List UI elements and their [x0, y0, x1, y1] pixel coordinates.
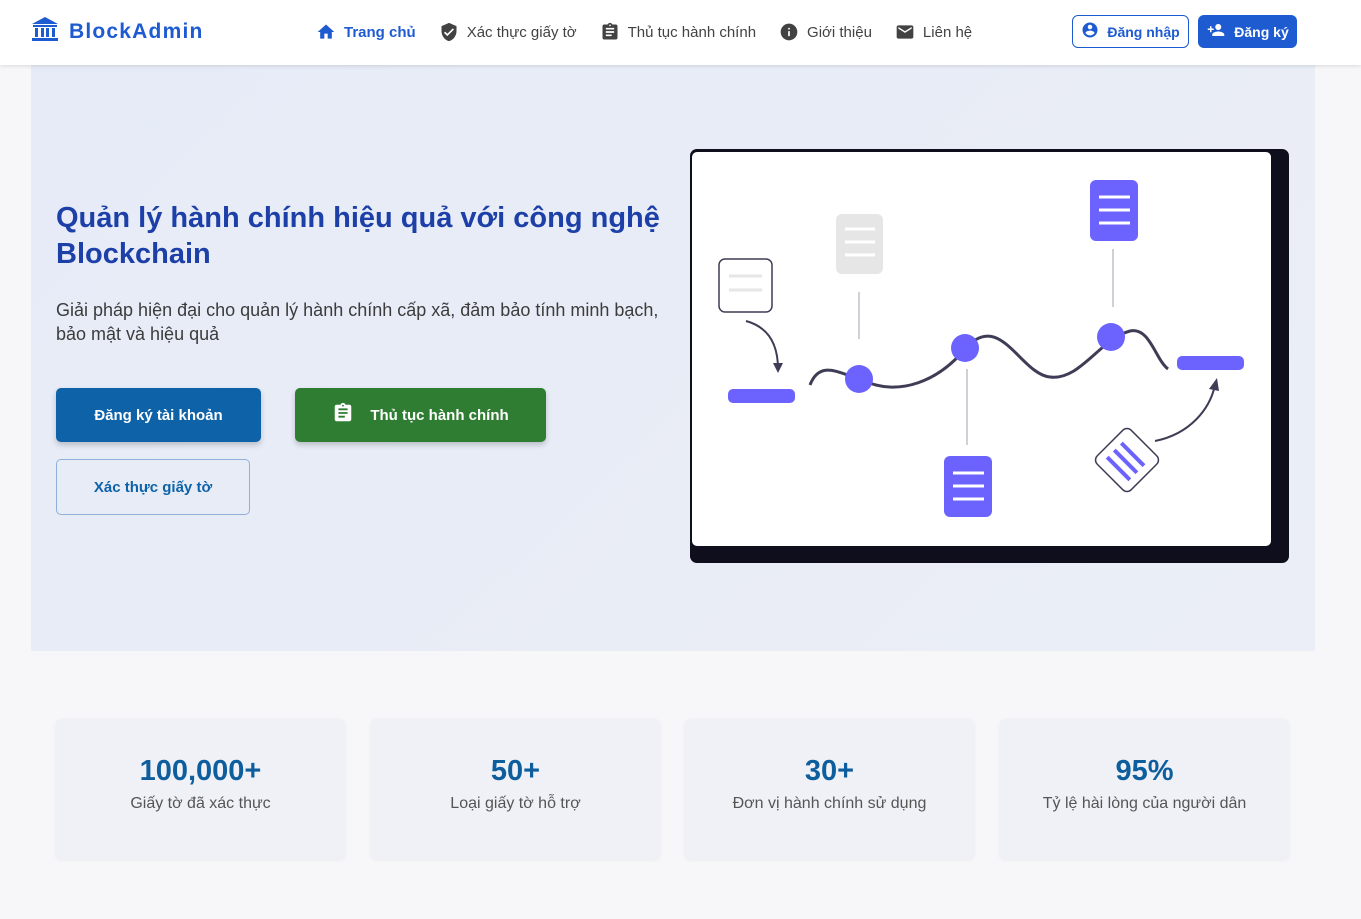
nav-item-label: Trang chủ: [344, 23, 416, 41]
verify-documents-label: Xác thực giấy tờ: [93, 478, 213, 496]
stat-card: 50+ Loại giấy tờ hỗ trợ: [371, 719, 660, 859]
procedures-button-label: Thủ tục hành chính: [370, 406, 509, 424]
procedures-button[interactable]: Thủ tục hành chính: [295, 388, 546, 442]
nav-item-label: Giới thiệu: [807, 23, 872, 41]
stat-label: Giấy tờ đã xác thực: [130, 795, 271, 812]
stat-card: 95% Tỷ lệ hài lòng của người dân: [1000, 719, 1289, 859]
login-button-label: Đăng nhập: [1107, 23, 1180, 40]
home-icon: [316, 22, 336, 42]
stat-value: 30+: [804, 755, 855, 787]
register-account-label: Đăng ký tài khoản: [94, 406, 223, 424]
stat-card: 100,000+ Giấy tờ đã xác thực: [56, 719, 345, 859]
info-icon: [779, 22, 799, 42]
verify-documents-button[interactable]: Xác thực giấy tờ: [56, 459, 250, 515]
stat-value: 100,000+: [139, 755, 262, 787]
nav-item-label: Liên hệ: [922, 23, 973, 41]
signup-button[interactable]: Đăng ký: [1198, 15, 1297, 48]
stat-value: 95%: [1115, 755, 1174, 787]
hero-section: Quản lý hành chính hiệu quả với công ngh…: [31, 65, 1315, 651]
nav-item-label: Xác thực giấy tờ: [466, 23, 577, 41]
clipboard-icon: [600, 22, 620, 42]
shield-check-icon: [439, 22, 459, 42]
nav-item-procedures[interactable]: Thủ tục hành chính: [600, 19, 756, 45]
stat-value: 50+: [490, 755, 541, 787]
stat-card: 30+ Đơn vị hành chính sử dụng: [685, 719, 974, 859]
bank-icon: [31, 16, 59, 47]
stat-label: Đơn vị hành chính sử dụng: [732, 795, 927, 812]
brand[interactable]: BlockAdmin: [31, 16, 204, 47]
login-button[interactable]: Đăng nhập: [1072, 15, 1189, 48]
clipboard-icon: [332, 402, 354, 428]
signup-button-label: Đăng ký: [1234, 23, 1289, 40]
blockchain-illustration: [690, 149, 1290, 570]
account-circle-icon: [1081, 21, 1099, 42]
top-navbar: BlockAdmin Trang chủ Xác thực giấy tờ Th…: [0, 0, 1361, 65]
nav-item-contact[interactable]: Liên hệ: [895, 19, 972, 45]
brand-name: BlockAdmin: [69, 19, 204, 43]
stat-label: Loại giấy tờ hỗ trợ: [450, 795, 581, 812]
hero-subtitle: Giải pháp hiện đại cho quản lý hành chín…: [56, 300, 659, 344]
mail-icon: [895, 22, 915, 42]
stat-label: Tỷ lệ hài lòng của người dân: [1042, 795, 1247, 812]
nav-item-label: Thủ tục hành chính: [627, 23, 757, 41]
register-account-button[interactable]: Đăng ký tài khoản: [56, 388, 261, 442]
nav-item-verify[interactable]: Xác thực giấy tờ: [439, 19, 577, 45]
nav-item-about[interactable]: Giới thiệu: [779, 19, 872, 45]
nav-item-home[interactable]: Trang chủ: [316, 19, 416, 45]
hero-title: Quản lý hành chính hiệu quả với công ngh…: [56, 202, 660, 270]
main-nav: Trang chủ Xác thực giấy tờ Thủ tục hành …: [316, 19, 995, 45]
person-add-icon: [1206, 21, 1226, 42]
